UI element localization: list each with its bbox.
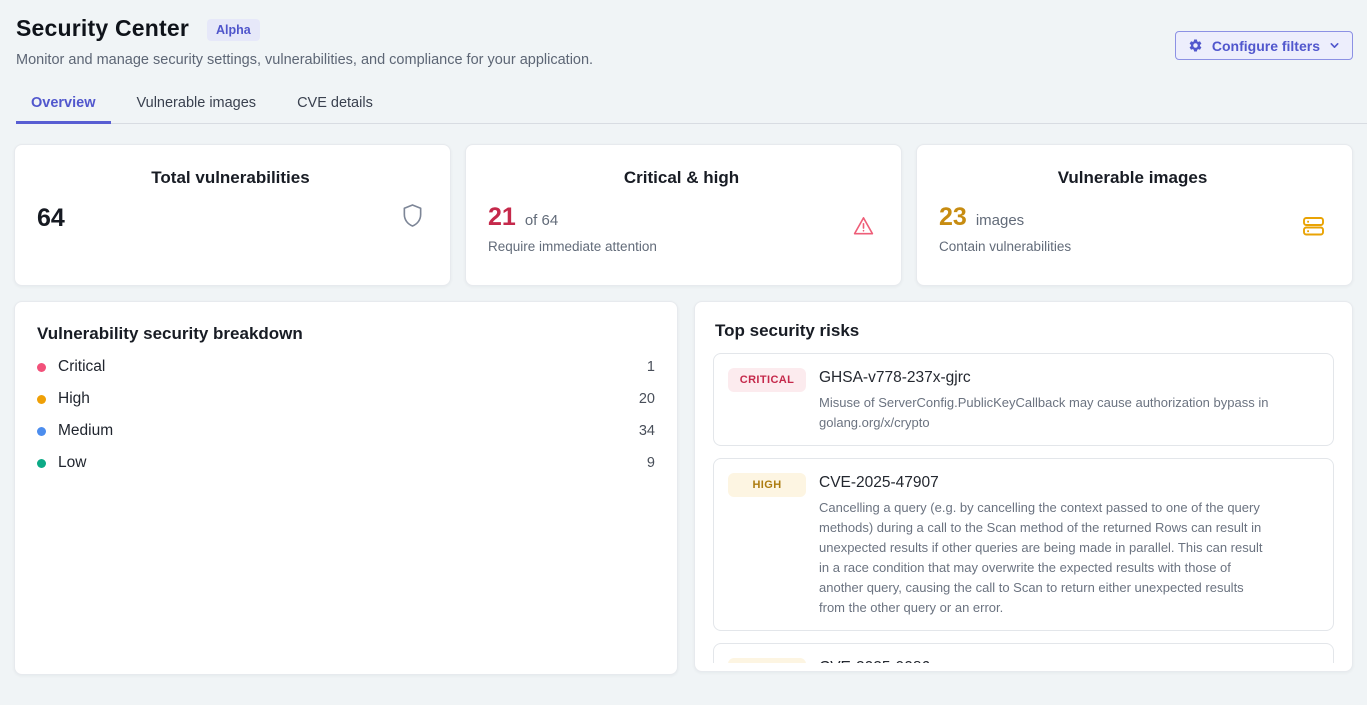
- breakdown-label: Medium: [58, 422, 639, 440]
- stacked-images-icon: [1301, 214, 1326, 243]
- high-dot-icon: [37, 395, 46, 404]
- configure-filters-label: Configure filters: [1212, 38, 1320, 54]
- page-header: Security Center Alpha Monitor and manage…: [0, 0, 1367, 68]
- tab-overview[interactable]: Overview: [16, 86, 111, 124]
- severity-badge: CRITICAL: [728, 368, 806, 392]
- breakdown-row-critical: Critical 1: [37, 351, 655, 383]
- breakdown-value: 34: [639, 423, 655, 439]
- top-risks-title: Top security risks: [715, 320, 1334, 341]
- vulnerable-images-subtext: Contain vulnerabilities: [939, 239, 1301, 254]
- risk-list: CRITICAL GHSA-v778-237x-gjrc Misuse of S…: [713, 353, 1334, 663]
- risk-id: CVE-2025-47907: [819, 473, 1271, 493]
- warning-triangle-icon: [852, 215, 875, 242]
- risk-description: Misuse of ServerConfig.PublicKeyCallback…: [819, 393, 1271, 433]
- critical-high-subtext: Require immediate attention: [488, 239, 852, 254]
- breakdown-row-low: Low 9: [37, 447, 655, 479]
- total-vulnerabilities-value: 64: [37, 204, 65, 233]
- low-dot-icon: [37, 459, 46, 468]
- stat-card-title: Vulnerable images: [939, 168, 1326, 188]
- risk-item-ghsa-v778-237x-gjrc[interactable]: CRITICAL GHSA-v778-237x-gjrc Misuse of S…: [713, 353, 1334, 446]
- risk-item-cve-2025-9086[interactable]: HIGH CVE-2025-9086: [713, 643, 1334, 663]
- breakdown-label: Low: [58, 454, 647, 472]
- gear-icon: [1188, 38, 1203, 53]
- vulnerable-images-suffix: images: [976, 212, 1024, 229]
- stat-card-title: Critical & high: [488, 168, 875, 188]
- chevron-down-icon: [1329, 40, 1340, 51]
- stat-card-title: Total vulnerabilities: [37, 168, 424, 188]
- critical-high-suffix: of 64: [525, 212, 558, 229]
- alpha-badge: Alpha: [207, 19, 260, 41]
- vulnerability-breakdown-panel: Vulnerability security breakdown Critica…: [14, 301, 678, 675]
- breakdown-value: 1: [647, 359, 655, 375]
- risk-description: Cancelling a query (e.g. by cancelling t…: [819, 498, 1271, 618]
- breakdown-list: Critical 1 High 20 Medium 34 Low 9: [37, 351, 655, 479]
- tab-cve-details[interactable]: CVE details: [282, 86, 388, 124]
- critical-high-value: 21: [488, 203, 516, 232]
- breakdown-value: 20: [639, 391, 655, 407]
- top-security-risks-panel: Top security risks CRITICAL GHSA-v778-23…: [694, 301, 1353, 672]
- stat-card-total-vulnerabilities: Total vulnerabilities 64: [14, 144, 451, 286]
- risk-id: CVE-2025-9086: [819, 658, 930, 663]
- tab-bar: Overview Vulnerable images CVE details: [16, 86, 1367, 124]
- risk-id: GHSA-v778-237x-gjrc: [819, 368, 1271, 388]
- medium-dot-icon: [37, 427, 46, 436]
- severity-badge: HIGH: [728, 658, 806, 663]
- breakdown-label: High: [58, 390, 639, 408]
- vulnerable-images-value: 23: [939, 203, 967, 232]
- page-subtitle: Monitor and manage security settings, vu…: [16, 52, 1353, 68]
- critical-dot-icon: [37, 363, 46, 372]
- breakdown-row-medium: Medium 34: [37, 415, 655, 447]
- stat-cards-row: Total vulnerabilities 64 Critical & high…: [14, 144, 1353, 286]
- configure-filters-button[interactable]: Configure filters: [1175, 31, 1353, 60]
- stat-card-vulnerable-images: Vulnerable images 23 images Contain vuln…: [916, 144, 1353, 286]
- risk-item-cve-2025-47907[interactable]: HIGH CVE-2025-47907 Cancelling a query (…: [713, 458, 1334, 631]
- tab-vulnerable-images[interactable]: Vulnerable images: [122, 86, 272, 124]
- breakdown-label: Critical: [58, 358, 647, 376]
- breakdown-title: Vulnerability security breakdown: [37, 323, 655, 344]
- stat-card-critical-high: Critical & high 21 of 64 Require immedia…: [465, 144, 902, 286]
- breakdown-value: 9: [647, 455, 655, 471]
- severity-badge: HIGH: [728, 473, 806, 497]
- breakdown-row-high: High 20: [37, 383, 655, 415]
- page-title: Security Center: [16, 15, 189, 42]
- shield-icon: [401, 203, 424, 233]
